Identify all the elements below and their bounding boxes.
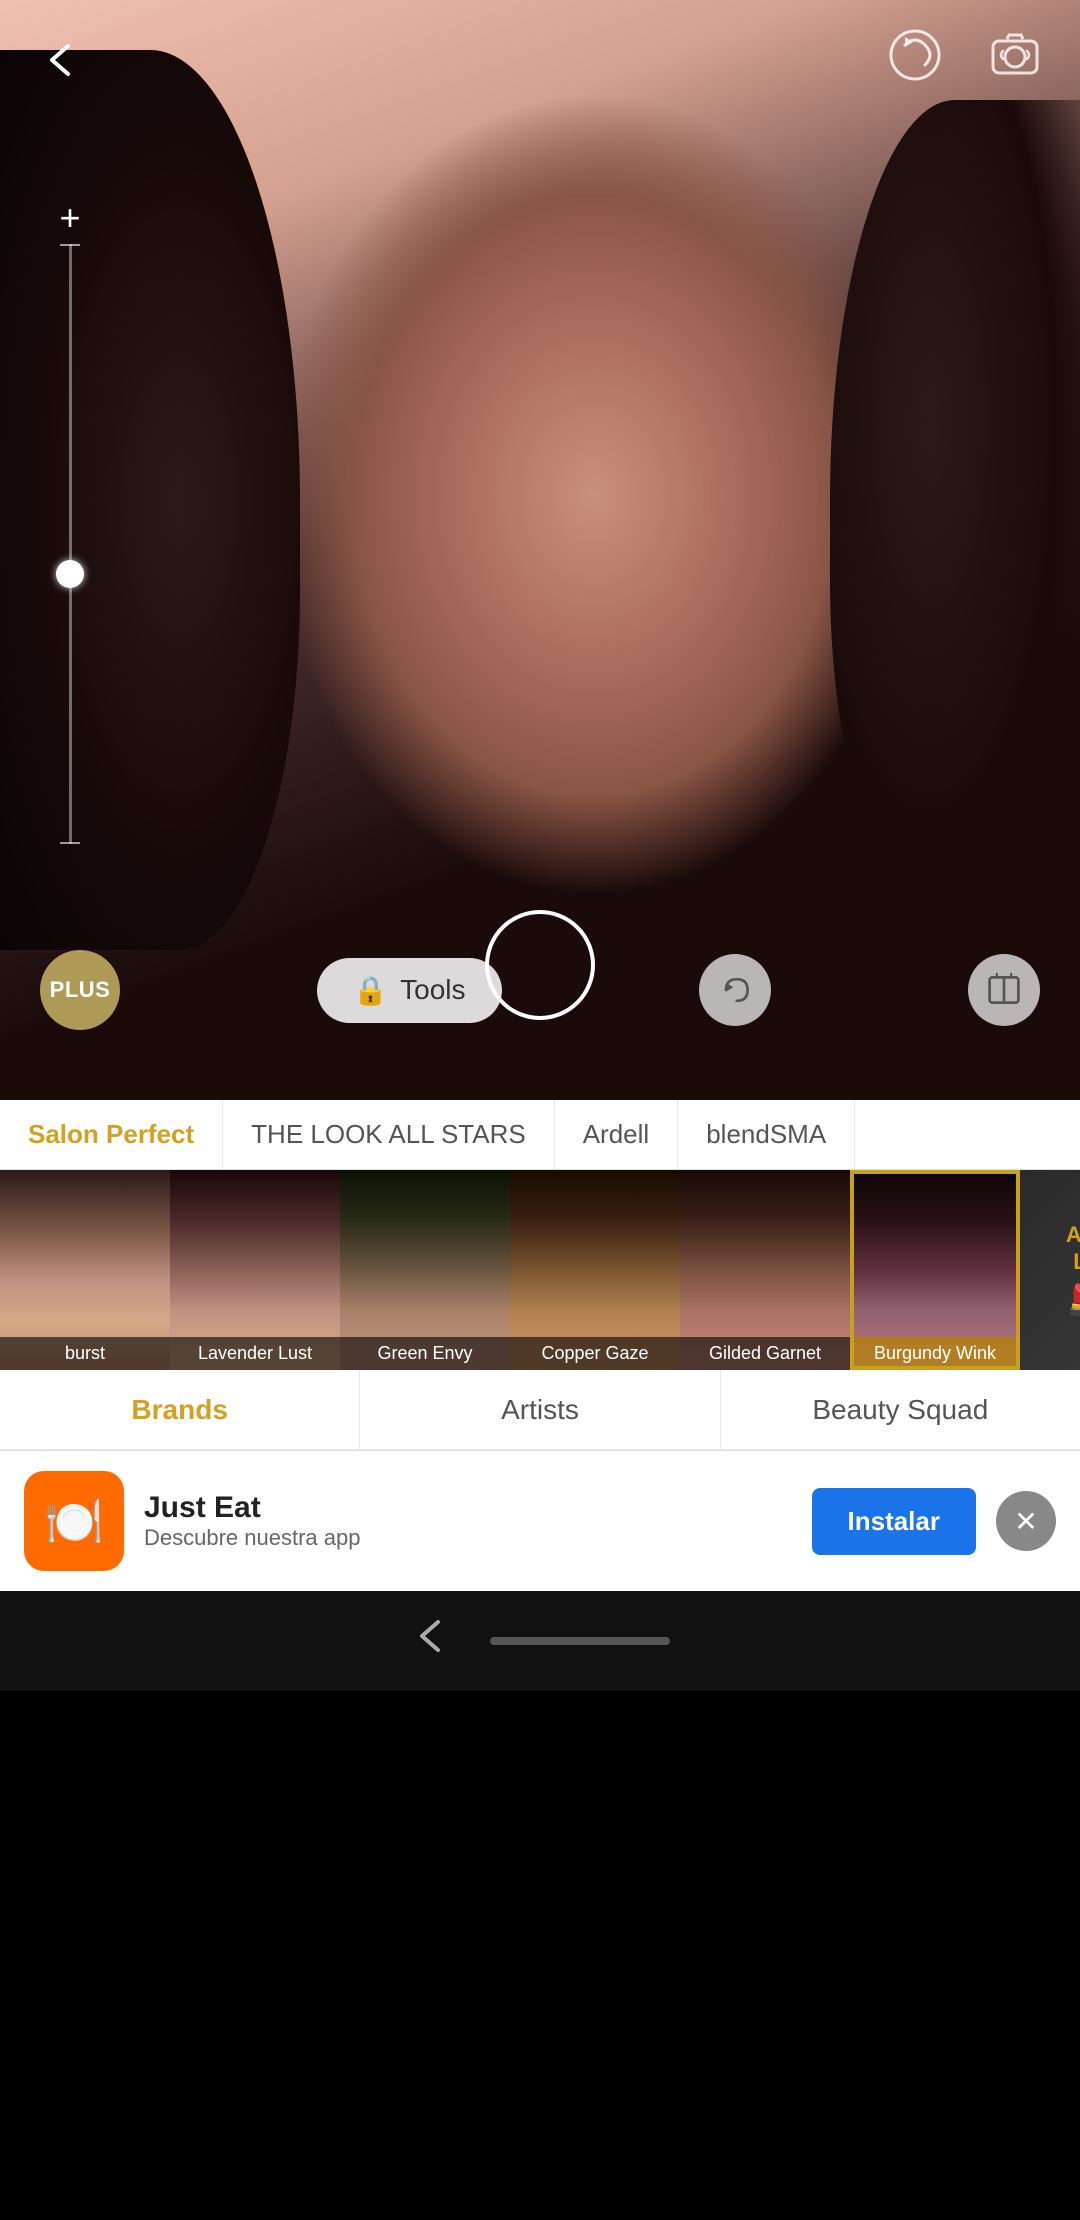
tools-lock-icon: 🔒 bbox=[353, 974, 388, 1007]
look-label-burst: burst bbox=[0, 1337, 170, 1370]
back-button[interactable] bbox=[30, 30, 90, 90]
hair-right bbox=[830, 100, 1080, 900]
nav-home-indicator[interactable] bbox=[490, 1637, 670, 1645]
ad-banner: 🍽️ Just Eat Descubre nuestra app Instala… bbox=[0, 1450, 1080, 1591]
slider-track bbox=[69, 244, 72, 844]
look-label-green-envy: Green Envy bbox=[340, 1337, 510, 1370]
look-label-lavender-lust: Lavender Lust bbox=[170, 1337, 340, 1370]
look-label-copper-gaze: Copper Gaze bbox=[510, 1337, 680, 1370]
look-label-burgundy-wink: Burgundy Wink bbox=[850, 1337, 1020, 1370]
look-item-burst[interactable]: burst bbox=[0, 1170, 170, 1370]
tools-button[interactable]: 🔒 Tools bbox=[317, 958, 501, 1023]
look-item-burgundy-wink[interactable]: Burgundy Wink bbox=[850, 1170, 1020, 1370]
ad-text: Just Eat Descubre nuestra app bbox=[144, 1491, 792, 1551]
camera-switch-button[interactable] bbox=[980, 20, 1050, 90]
hair-left bbox=[0, 50, 300, 950]
filter-tab-brands[interactable]: Brands bbox=[0, 1370, 360, 1449]
brand-tab-ardell[interactable]: Ardell bbox=[555, 1100, 678, 1169]
brand-tab-salon-perfect[interactable]: Salon Perfect bbox=[0, 1100, 223, 1169]
filter-tab-beauty-squad[interactable]: Beauty Squad bbox=[721, 1370, 1080, 1449]
look-item-lavender-lust[interactable]: Lavender Lust bbox=[170, 1170, 340, 1370]
nav-back-button[interactable] bbox=[410, 1616, 450, 1666]
compare-button[interactable] bbox=[968, 954, 1040, 1026]
slider-plus-icon: + bbox=[59, 200, 80, 236]
look-item-green-envy[interactable]: Green Envy bbox=[340, 1170, 510, 1370]
ad-subtitle: Descubre nuestra app bbox=[144, 1525, 792, 1551]
undo-button[interactable] bbox=[699, 954, 771, 1026]
about-look-title: ABOUTLOOK bbox=[1066, 1222, 1080, 1275]
bottom-toolbar: PLUS 🔒 Tools bbox=[0, 950, 1080, 1030]
ad-icon: 🍽️ bbox=[24, 1471, 124, 1571]
look-label-gilded-garnet: Gilded Garnet bbox=[680, 1337, 850, 1370]
looks-row: burst Lavender Lust Green Envy Copper Ga… bbox=[0, 1170, 1080, 1370]
ad-title: Just Eat bbox=[144, 1491, 792, 1525]
look-item-copper-gaze[interactable]: Copper Gaze bbox=[510, 1170, 680, 1370]
filter-tabs: Brands Artists Beauty Squad bbox=[0, 1370, 1080, 1450]
camera-view: + PLUS 🔒 Tools bbox=[0, 0, 1080, 1100]
ad-install-button[interactable]: Instalar bbox=[812, 1488, 977, 1555]
plus-button[interactable]: PLUS bbox=[40, 950, 120, 1030]
navigation-bar bbox=[0, 1591, 1080, 1691]
look-item-gilded-garnet[interactable]: Gilded Garnet bbox=[680, 1170, 850, 1370]
about-look-icons: 💄 🎨 bbox=[1062, 1283, 1080, 1318]
brand-tabs: Salon Perfect THE LOOK ALL STARS Ardell … bbox=[0, 1100, 1080, 1170]
slider-thumb[interactable] bbox=[56, 560, 84, 588]
reset-button[interactable] bbox=[880, 20, 950, 90]
intensity-slider[interactable]: + bbox=[60, 200, 80, 900]
filter-tab-artists[interactable]: Artists bbox=[360, 1370, 720, 1449]
look-item-about-look[interactable]: ABOUTLOOK 💄 🎨 bbox=[1020, 1170, 1080, 1370]
ad-close-button[interactable]: ✕ bbox=[996, 1491, 1056, 1551]
brand-tab-the-look[interactable]: THE LOOK ALL STARS bbox=[223, 1100, 555, 1169]
brand-tab-blendsma[interactable]: blendSMA bbox=[678, 1100, 855, 1169]
